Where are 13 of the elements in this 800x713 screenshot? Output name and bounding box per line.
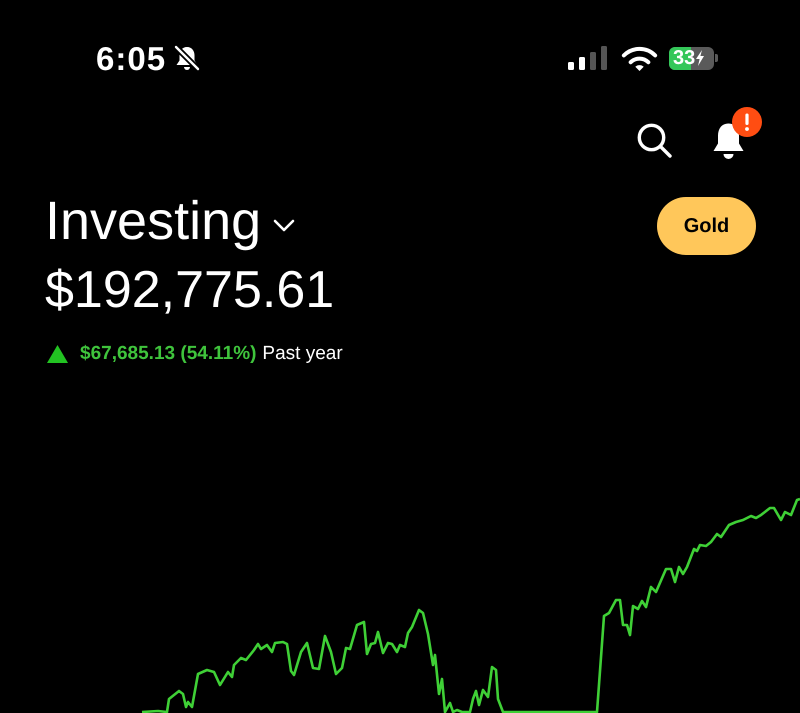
search-icon (637, 122, 672, 158)
cellular-signal-icon (568, 46, 607, 70)
notifications-bell-icon[interactable] (712, 122, 745, 158)
portfolio-value: $192,775.61 (45, 264, 334, 316)
search-button[interactable] (637, 122, 672, 158)
chevron-down-icon (273, 218, 296, 232)
account-selector[interactable]: Investing (45, 194, 296, 248)
status-time: 6:05 (96, 42, 166, 74)
change-amount: $67,685.13 (54.11%) (80, 344, 256, 363)
battery-percentage: 33 (673, 48, 696, 68)
subscription-button[interactable]: Gold (657, 197, 756, 255)
wifi-icon (621, 45, 658, 71)
change-period: Past year (262, 344, 343, 363)
